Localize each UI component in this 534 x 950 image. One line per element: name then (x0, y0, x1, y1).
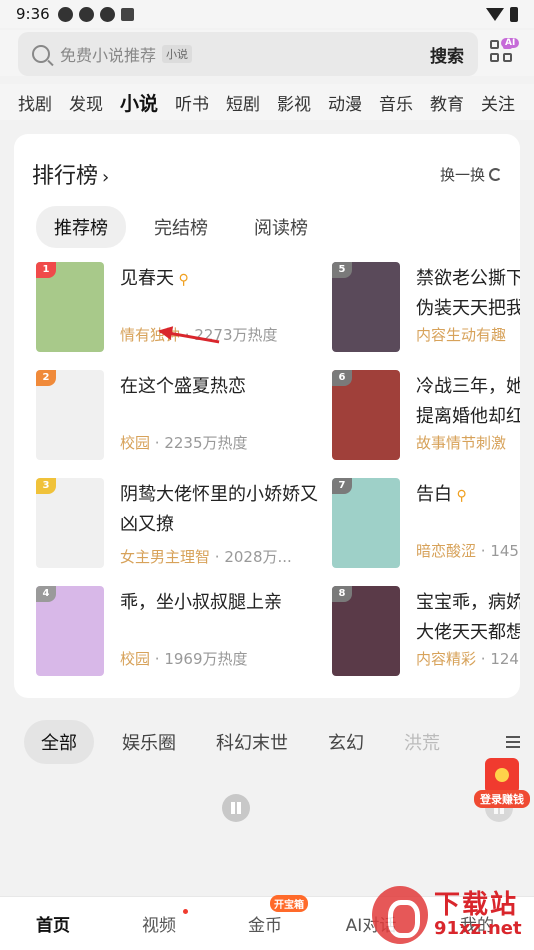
book-item[interactable]: 6 冷战三年，她提离婚他却红了眼 故事情节刺激 (332, 370, 520, 462)
watermark-title: 下载站 (434, 890, 519, 920)
book-title: 乖，坐小叔叔腿上亲 (120, 592, 282, 613)
book-meta: 内容精彩 · 124 (416, 650, 519, 668)
watermark-url: 91xz.net (434, 918, 522, 939)
chevron-right-icon: › (102, 167, 110, 188)
book-item[interactable]: 1 见春天 ⚲ 情有独钟 · 2273万热度 (36, 262, 316, 354)
battery-icon (510, 6, 518, 22)
book-title: 在这个盛夏热恋 (120, 376, 246, 397)
tab-discover[interactable]: 发现 (69, 90, 103, 115)
search-icon (32, 45, 50, 63)
book-item[interactable]: 5 禁欲老公撕下伪装天天把我亲哭 内容生动有趣 (332, 262, 520, 354)
book-title: 冷战三年，她提离婚他却红了眼 (416, 376, 520, 427)
app-icon (99, 6, 115, 22)
rank-badge: 5 (332, 262, 352, 278)
refresh-button[interactable]: 换一换 (440, 164, 502, 185)
app-icon (78, 6, 94, 22)
ai-badge: AI (501, 38, 520, 48)
book-item[interactable]: 3 阴鸷大佬怀里的小娇娇又凶又撩 女主男主理智 · 2028万... (36, 478, 318, 570)
tab-recommend-rank[interactable]: 推荐榜 (36, 206, 126, 248)
search-tag: 小说 (162, 45, 193, 63)
status-time: 9:36 (16, 5, 50, 23)
watermark-logo (372, 886, 428, 944)
watermark: 下载站 91xz.net (370, 880, 534, 950)
rank-badge: 4 (36, 586, 56, 602)
book-meta: 故事情节刺激 (416, 434, 507, 452)
tab-education[interactable]: 教育 (430, 90, 464, 115)
genre-tab-fantasy[interactable]: 玄幻 (328, 729, 364, 755)
book-meta: 校园 · 1969万热度 (120, 650, 248, 668)
tab-short-drama[interactable]: 短剧 (226, 90, 260, 115)
tab-music[interactable]: 音乐 (379, 90, 413, 115)
tab-audiobook[interactable]: 听书 (175, 90, 209, 115)
rank-badge: 2 (36, 370, 56, 386)
rank-badge: 6 (332, 370, 352, 386)
genre-tab-scifi[interactable]: 科幻末世 (216, 729, 288, 755)
refresh-icon (489, 168, 502, 181)
tab-film[interactable]: 影视 (277, 90, 311, 115)
book-title: 阴鸷大佬怀里的小娇娇又凶又撩 (120, 484, 318, 535)
login-earn-button[interactable]: 登录赚钱 (474, 758, 530, 808)
notification-dot (183, 909, 188, 914)
book-item[interactable]: 2 在这个盛夏热恋 校园 · 2235万热度 (36, 370, 316, 462)
book-meta: 女主男主理智 · 2028万... (120, 548, 292, 566)
book-title: 告白 ⚲ (416, 484, 467, 505)
nav-coins[interactable]: 金币 开宝箱 (212, 895, 318, 936)
search-button[interactable]: 搜索 (430, 42, 464, 67)
book-meta: 内容生动有趣 (416, 326, 507, 344)
tab-novel[interactable]: 小说 (120, 89, 158, 116)
genre-tab-honghuang[interactable]: 洪荒 (404, 729, 440, 755)
rank-badge: 1 (36, 262, 56, 278)
loading-icon (222, 794, 250, 822)
treasure-badge: 开宝箱 (270, 895, 308, 912)
red-packet-icon (485, 758, 519, 794)
nav-home[interactable]: 首页 (0, 911, 106, 936)
book-title: 见春天 ⚲ (120, 268, 189, 289)
search-placeholder: 免费小说推荐 (60, 46, 157, 65)
status-bar: 9:36 (0, 0, 534, 28)
book-meta: 情有独钟 · 2273万热度 (120, 326, 278, 344)
rank-badge: 8 (332, 586, 352, 602)
notification-icon (57, 6, 73, 22)
wifi-icon (486, 7, 504, 21)
book-title: 宝宝乖，病娇大佬天天都想亲亲 (416, 592, 520, 643)
rank-badge: 3 (36, 478, 56, 494)
book-title: 禁欲老公撕下伪装天天把我亲哭 (416, 268, 520, 319)
genre-tab-entertainment[interactable]: 娱乐圈 (122, 729, 176, 755)
search-row: 免费小说推荐 小说 搜索 AI (0, 30, 534, 76)
tab-find-drama[interactable]: 找剧 (18, 90, 52, 115)
book-item[interactable]: 8 宝宝乖，病娇大佬天天都想亲亲 内容精彩 · 124 (332, 586, 520, 678)
book-item[interactable]: 7 告白 ⚲ 暗恋酸涩 · 145 (332, 478, 520, 570)
menu-icon[interactable] (506, 736, 520, 748)
search-input[interactable]: 免费小说推荐 小说 搜索 (18, 32, 478, 76)
category-tabs: 找剧 发现 小说 听书 短剧 影视 动漫 音乐 教育 关注 (0, 84, 534, 120)
genre-tabs: 全部 娱乐圈 科幻末世 玄幻 洪荒 (0, 720, 534, 764)
refresh-label: 换一换 (439, 166, 485, 184)
nav-video[interactable]: 视频 (106, 909, 212, 936)
tab-reading-rank[interactable]: 阅读榜 (236, 206, 326, 248)
search-icon: ⚲ (174, 272, 189, 288)
tab-follow[interactable]: 关注 (481, 90, 515, 115)
book-item[interactable]: 4 乖，坐小叔叔腿上亲 校园 · 1969万热度 (36, 586, 316, 678)
search-icon: ⚲ (452, 488, 467, 504)
genre-tab-all[interactable]: 全部 (24, 720, 94, 764)
ranking-title[interactable]: 排行榜 › (32, 158, 109, 190)
tab-anime[interactable]: 动漫 (328, 90, 362, 115)
rank-badge: 7 (332, 478, 352, 494)
login-earn-label: 登录赚钱 (474, 790, 530, 808)
tab-completed-rank[interactable]: 完结榜 (136, 206, 226, 248)
book-meta: 校园 · 2235万热度 (120, 434, 248, 452)
ranking-tabs: 推荐榜 完结榜 阅读榜 (36, 206, 336, 248)
book-meta: 暗恋酸涩 · 145 (416, 542, 519, 560)
ranking-title-label: 排行榜 (32, 164, 99, 189)
app-icon (120, 7, 134, 21)
ranking-card: 排行榜› 换一换 推荐榜 完结榜 阅读榜 1 见春天 ⚲ 情有独钟 · 2273… (14, 134, 520, 698)
